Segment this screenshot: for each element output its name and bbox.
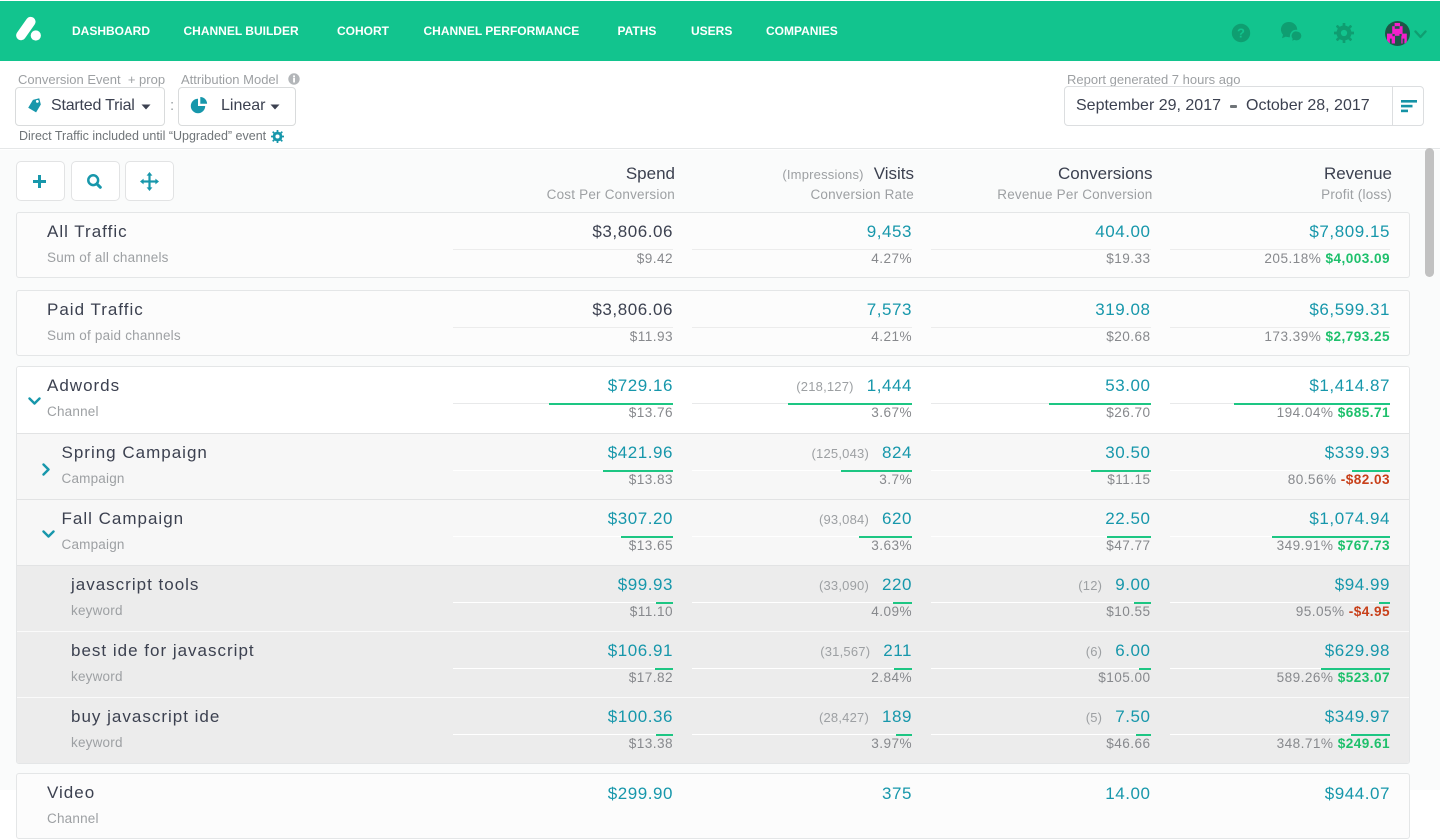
svg-text:?: ? bbox=[1237, 26, 1245, 41]
